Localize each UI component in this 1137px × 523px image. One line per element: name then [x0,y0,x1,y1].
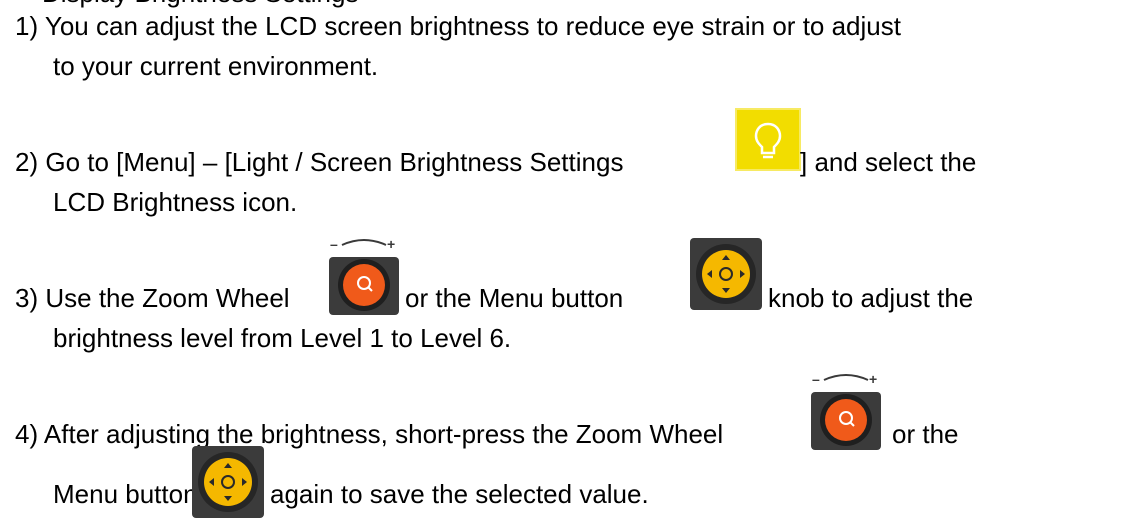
step4-text-a: After adjusting the brightness, short-pr… [43,419,724,449]
step4-line2a: Menu button [53,479,198,509]
step4-number: 4) [15,419,39,449]
step3-text-c-wrap: knob to adjust the [768,283,973,313]
step4-line1: 4) After adjusting the brightness, short… [15,419,723,449]
section-heading: Display Brightness Settings [42,0,358,8]
zoom-wheel-icon: – + [811,371,881,450]
step3-text-line2: brightness level from Level 1 to Level 6… [53,323,512,353]
step1-line2: to your current environment. [53,51,378,81]
step3-text-b: or the Menu button [405,283,624,313]
menu-button-icon [690,238,762,310]
step3-text-a: Use the Zoom Wheel [45,283,290,313]
menu-button-icon [192,446,264,518]
step4-text-b-wrap: or the [892,419,959,449]
step4-text-line2-a: Menu button [53,479,198,509]
step3-text-b-wrap: or the Menu button [405,283,623,313]
step2-line1-end: ] and select the [800,147,976,177]
step1-text-line1: You can adjust the LCD screen brightness… [38,11,901,41]
svg-text:+: + [869,372,877,387]
step4-text-line2-b: again to save the selected value. [270,479,649,509]
step2-text-b: ] and select the [800,147,977,177]
svg-text:+: + [387,237,395,252]
step2-line2: LCD Brightness icon. [53,187,297,217]
step4-text-b: or the [892,419,959,449]
step1-number: 1) [15,11,39,41]
step2-text-a: Go to [Menu] – [Light / Screen Brightnes… [45,147,624,177]
svg-text:–: – [330,237,338,252]
step2-line1: 2) Go to [Menu] – [Light / Screen Bright… [15,147,623,177]
step1-line1: 1) You can adjust the LCD screen brightn… [15,11,901,41]
step2-number: 2) [15,147,39,177]
step3-number: 3) [15,283,39,313]
step3-line1: 3) Use the Zoom Wheel [15,283,290,313]
step1-text-line2: to your current environment. [53,51,379,81]
step4-line2b: again to save the selected value. [270,479,649,509]
step2-text-line2: LCD Brightness icon. [53,187,298,217]
step3-text-c: knob to adjust the [768,283,974,313]
step3-line2: brightness level from Level 1 to Level 6… [53,323,511,353]
svg-text:–: – [812,372,820,387]
manual-page: Display Brightness Settings 1) You can a… [0,0,1137,521]
zoom-wheel-icon: – + [329,236,399,315]
lightbulb-icon [735,108,801,171]
